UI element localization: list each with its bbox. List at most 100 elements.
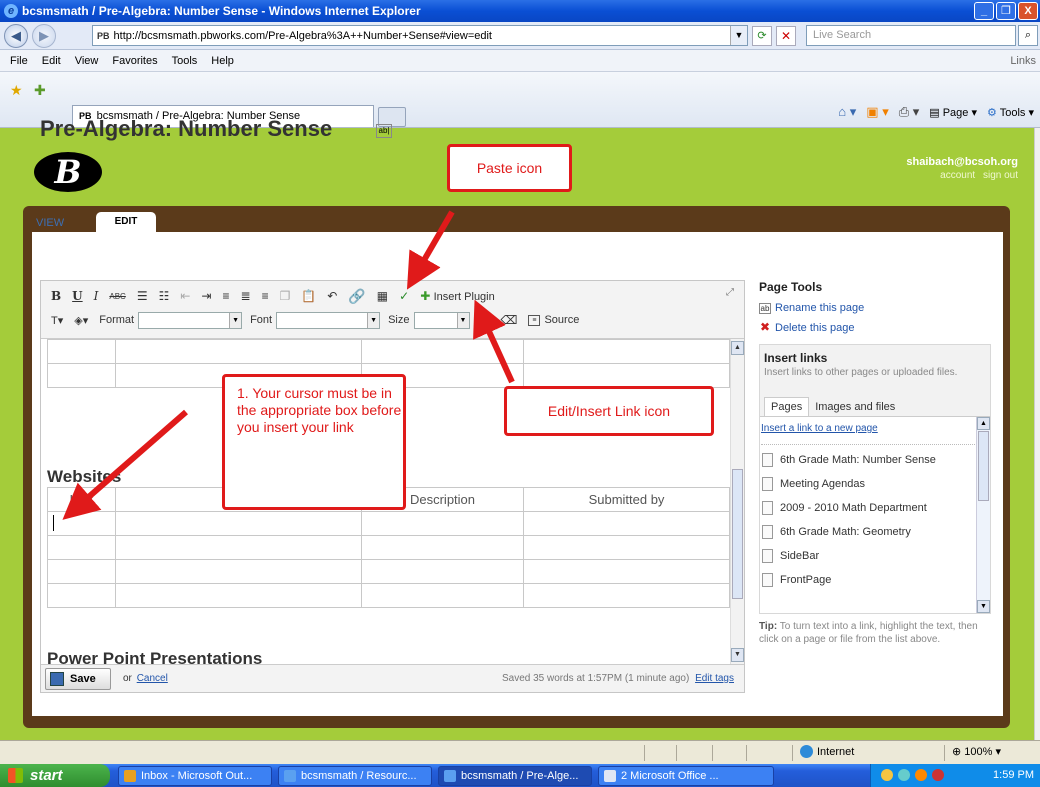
tools-menu[interactable]: ⚙ Tools ▾ xyxy=(987,106,1034,119)
list-item[interactable]: SideBar xyxy=(762,547,990,565)
eraser-icon[interactable]: ⌫ xyxy=(501,313,518,327)
table-row[interactable] xyxy=(47,559,730,584)
edit-tags-link[interactable]: Edit tags xyxy=(695,673,734,684)
bulleted-list-icon[interactable]: ☷ xyxy=(159,289,170,303)
refresh-button[interactable]: ⟳ xyxy=(752,26,772,46)
rename-icon[interactable]: ab| xyxy=(376,124,392,138)
size-select[interactable]: ▼ xyxy=(413,311,470,329)
save-button[interactable]: Save xyxy=(45,667,111,690)
page-menu[interactable]: ▤ Page ▾ xyxy=(929,106,977,119)
outdent-icon[interactable]: ⇤ xyxy=(180,289,190,303)
zoom-level[interactable]: ⊕ 100% ▾ xyxy=(952,745,1001,758)
horizontal-rule-icon[interactable]: ≔ xyxy=(478,313,490,327)
taskbar-item-outlook[interactable]: Inbox - Microsoft Out... xyxy=(118,766,272,786)
signout-link[interactable]: sign out xyxy=(983,170,1018,181)
numbered-list-icon[interactable]: ☰ xyxy=(137,289,148,303)
copy-icon[interactable]: ❐ xyxy=(280,289,291,303)
close-button[interactable]: X xyxy=(1018,2,1038,20)
table-row[interactable] xyxy=(47,511,730,536)
strikethrough-button[interactable]: ABC xyxy=(109,292,125,301)
search-icon[interactable]: ⌕ xyxy=(1018,25,1038,46)
tray-icon[interactable] xyxy=(881,769,893,781)
address-dropdown-icon[interactable]: ▼ xyxy=(730,26,747,45)
insert-link-icon[interactable]: 🔗 xyxy=(348,288,365,305)
maximize-button[interactable]: ❐ xyxy=(996,2,1016,20)
menu-tools[interactable]: Tools xyxy=(172,55,198,67)
print-icon[interactable]: ⎙ ▾ xyxy=(899,104,920,120)
table-row[interactable] xyxy=(47,583,730,608)
search-input[interactable]: Live Search xyxy=(806,25,1016,46)
scroll-thumb[interactable] xyxy=(978,431,989,501)
minimize-button[interactable]: _ xyxy=(974,2,994,20)
delete-page-link[interactable]: ✖ Delete this page xyxy=(759,321,994,335)
menu-help[interactable]: Help xyxy=(211,55,234,67)
home-icon[interactable]: ⌂ ▾ xyxy=(838,104,856,120)
menu-view[interactable]: View xyxy=(75,55,99,67)
scroll-down-icon[interactable]: ▼ xyxy=(977,600,990,613)
window-controls: _ ❐ X xyxy=(974,2,1038,20)
window-title: bcsmsmath / Pre-Algebra: Number Sense - … xyxy=(22,4,421,18)
format-select[interactable]: ▼ xyxy=(138,311,243,329)
table-row[interactable] xyxy=(47,535,730,560)
align-left-icon[interactable]: ≡ xyxy=(222,289,229,303)
address-input[interactable]: PB http://bcsmsmath.pbworks.com/Pre-Alge… xyxy=(92,25,748,46)
scroll-up-icon[interactable]: ▲ xyxy=(731,341,744,355)
pages-list: Insert a link to a new page 6th Grade Ma… xyxy=(760,417,990,613)
page-scrollbar[interactable] xyxy=(1034,128,1040,740)
account-link[interactable]: account xyxy=(940,170,975,181)
paste-icon[interactable]: 📋 xyxy=(301,289,316,303)
expand-editor-icon[interactable]: ⤢ xyxy=(726,287,734,298)
scroll-up-icon[interactable]: ▲ xyxy=(977,417,990,430)
bold-button[interactable]: B xyxy=(51,289,61,303)
scroll-thumb[interactable] xyxy=(732,469,743,599)
text-color-icon[interactable]: T▾ xyxy=(51,314,63,327)
table-header-cell: Link xyxy=(47,487,116,512)
table-icon[interactable]: ▦ xyxy=(377,289,388,303)
taskbar-item-pre-algebra[interactable]: bcsmsmath / Pre-Alge... xyxy=(438,766,592,786)
menu-edit[interactable]: Edit xyxy=(42,55,61,67)
site-logo[interactable]: B xyxy=(34,152,102,192)
insert-plugin-button[interactable]: ✚ Insert Plugin xyxy=(420,289,495,303)
align-right-icon[interactable]: ≡ xyxy=(262,289,269,303)
tab-view[interactable]: VIEW xyxy=(36,217,64,229)
align-center-icon[interactable]: ≣ xyxy=(241,289,251,303)
indent-icon[interactable]: ⇥ xyxy=(201,289,211,303)
list-item[interactable]: 6th Grade Math: Number Sense xyxy=(762,451,990,469)
feeds-icon[interactable]: ▣ ▾ xyxy=(866,104,888,120)
spellcheck-icon[interactable]: ✓ xyxy=(399,289,409,303)
tray-icon[interactable] xyxy=(898,769,910,781)
italic-button[interactable]: I xyxy=(94,289,99,303)
list-item[interactable]: 6th Grade Math: Geometry xyxy=(762,523,990,541)
menu-file[interactable]: File xyxy=(10,55,28,67)
back-button[interactable]: ◀ xyxy=(4,23,28,48)
list-item[interactable]: 2009 - 2010 Math Department xyxy=(762,499,990,517)
underline-button[interactable]: U xyxy=(72,289,82,303)
source-button[interactable]: ≡ Source xyxy=(528,314,579,326)
new-page-link[interactable]: Insert a link to a new page xyxy=(761,423,981,445)
start-button[interactable]: start xyxy=(0,764,110,787)
tab-pages[interactable]: Pages xyxy=(764,397,810,416)
editor-scrollbar[interactable]: ▲ ▼ xyxy=(730,339,744,664)
stop-button[interactable]: ✕ xyxy=(776,26,796,46)
tray-icon[interactable] xyxy=(915,769,927,781)
rename-page-link[interactable]: ab Rename this page xyxy=(759,302,994,314)
cancel-link[interactable]: Cancel xyxy=(137,673,168,684)
taskbar-item-resources[interactable]: bcsmsmath / Resourc... xyxy=(278,766,432,786)
tab-edit[interactable]: EDIT xyxy=(96,212,156,234)
add-favorites-icon[interactable]: ✚ xyxy=(34,82,46,99)
font-select[interactable]: ▼ xyxy=(276,311,381,329)
pages-list-scrollbar[interactable]: ▲ ▼ xyxy=(976,417,990,613)
list-item[interactable]: FrontPage xyxy=(762,571,990,589)
links-toolbar[interactable]: Links xyxy=(1010,55,1036,67)
tab-images-and-files[interactable]: Images and files xyxy=(809,398,901,416)
favorites-star-icon[interactable]: ★ xyxy=(10,82,23,99)
scroll-down-icon[interactable]: ▼ xyxy=(731,648,744,662)
tray-icon[interactable] xyxy=(932,769,944,781)
background-color-icon[interactable]: ◈▾ xyxy=(74,314,88,327)
taskbar-item-office[interactable]: 2 Microsoft Office ... xyxy=(598,766,774,786)
list-item[interactable]: Meeting Agendas xyxy=(762,475,990,493)
undo-icon[interactable]: ↶ xyxy=(327,289,337,303)
menu-favorites[interactable]: Favorites xyxy=(112,55,157,67)
forward-button[interactable]: ▶ xyxy=(32,23,56,48)
disk-icon xyxy=(50,671,64,686)
